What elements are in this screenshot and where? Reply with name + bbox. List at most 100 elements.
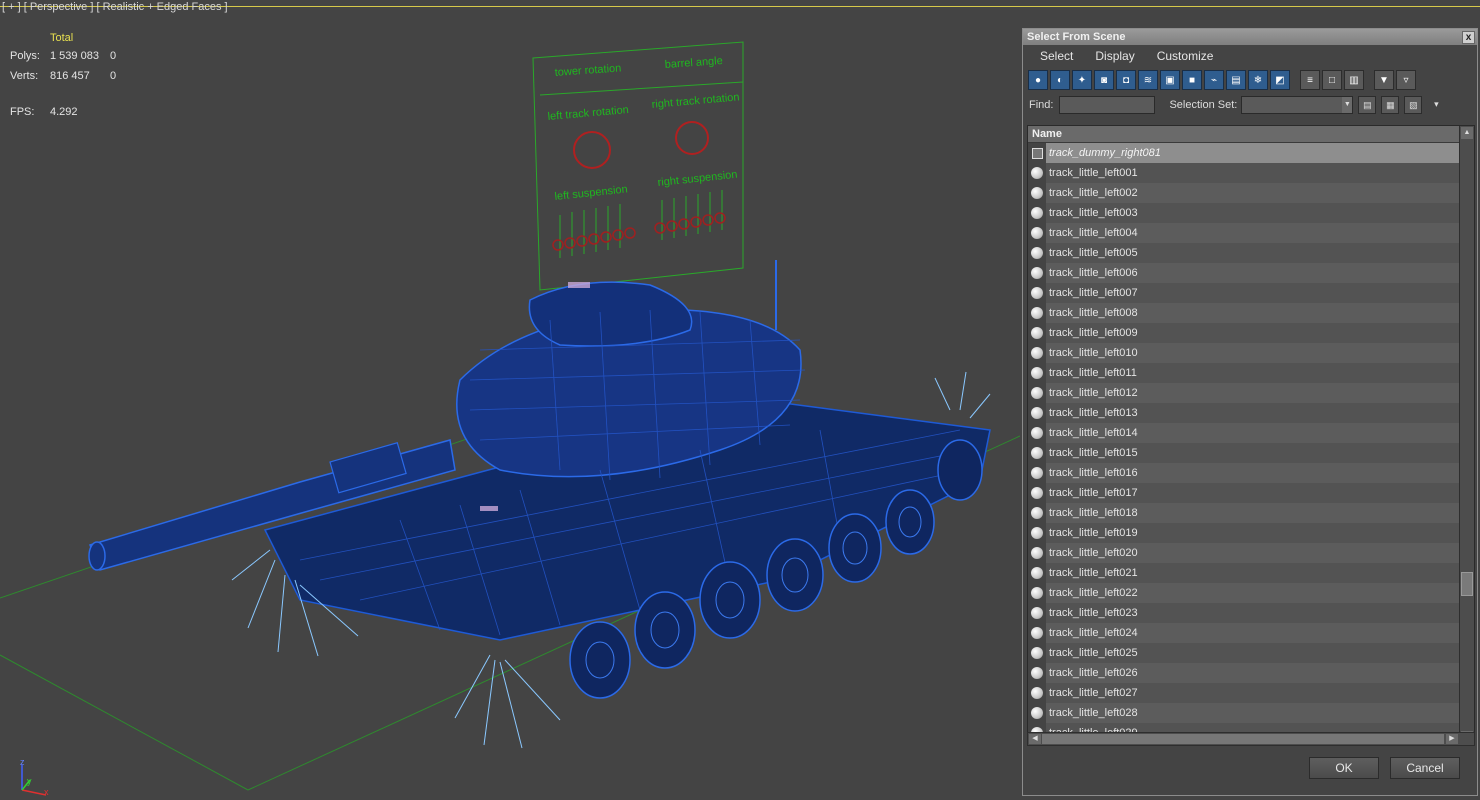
ok-button[interactable]: OK: [1309, 757, 1379, 779]
select-none-icon[interactable]: □: [1322, 70, 1342, 90]
geometry-object-icon: [1028, 223, 1046, 243]
scroll-thumb[interactable]: [1461, 572, 1473, 596]
selection-set-dropdown[interactable]: ▼: [1241, 96, 1354, 114]
display-hidden-icon[interactable]: ◩: [1270, 70, 1290, 90]
display-space-warps-icon[interactable]: ≋: [1138, 70, 1158, 90]
list-item[interactable]: track_little_left018: [1028, 503, 1460, 523]
display-frozen-icon[interactable]: ❄: [1248, 70, 1268, 90]
list-item[interactable]: track_little_left001: [1028, 163, 1460, 183]
list-item[interactable]: track_little_left021: [1028, 563, 1460, 583]
left-track-dial[interactable]: [573, 131, 611, 169]
display-groups-icon[interactable]: ▣: [1160, 70, 1180, 90]
find-row: Find: Selection Set: ▼ ▤ ▦ ▧ ▾: [1023, 93, 1477, 117]
display-geometry-icon[interactable]: ●: [1028, 70, 1048, 90]
list-item[interactable]: track_little_left017: [1028, 483, 1460, 503]
filter-icon[interactable]: ▼: [1374, 70, 1394, 90]
geometry-object-icon: [1028, 663, 1046, 683]
list-item[interactable]: track_little_left022: [1028, 583, 1460, 603]
object-name: track_little_left021: [1046, 563, 1460, 583]
more-options-icon[interactable]: ▾: [1427, 96, 1445, 114]
right-track-dial[interactable]: [675, 121, 709, 155]
object-name: track_little_left024: [1046, 623, 1460, 643]
object-name: track_little_left011: [1046, 363, 1460, 383]
list-item[interactable]: track_little_left011: [1028, 363, 1460, 383]
menu-display[interactable]: Display: [1084, 49, 1145, 63]
geometry-object-icon: [1028, 543, 1046, 563]
select-invert-icon[interactable]: ▥: [1344, 70, 1364, 90]
object-name: track_little_left023: [1046, 603, 1460, 623]
scroll-right-icon[interactable]: ▶: [1446, 734, 1458, 744]
menu-select[interactable]: Select: [1029, 49, 1084, 63]
geometry-object-icon: [1028, 623, 1046, 643]
object-list[interactable]: Name track_dummy_right081 track_little_le…: [1027, 125, 1475, 745]
geometry-object-icon: [1028, 503, 1046, 523]
list-item[interactable]: track_little_left024: [1028, 623, 1460, 643]
object-name: track_little_left003: [1046, 203, 1460, 223]
list-item[interactable]: track_little_left010: [1028, 343, 1460, 363]
object-name: track_little_left008: [1046, 303, 1460, 323]
menu-customize[interactable]: Customize: [1146, 49, 1225, 63]
filter-options-icon[interactable]: ▿: [1396, 70, 1416, 90]
object-name: track_little_left002: [1046, 183, 1460, 203]
edit-selection-set-icon[interactable]: ▦: [1381, 96, 1400, 114]
list-item[interactable]: track_little_left023: [1028, 603, 1460, 623]
list-item[interactable]: track_little_left026: [1028, 663, 1460, 683]
display-bones-icon[interactable]: ⌁: [1204, 70, 1224, 90]
list-item[interactable]: track_little_left003: [1028, 203, 1460, 223]
list-item[interactable]: track_little_left009: [1028, 323, 1460, 343]
display-helpers-icon[interactable]: ◘: [1116, 70, 1136, 90]
list-item[interactable]: track_little_left025: [1028, 643, 1460, 663]
list-item[interactable]: track_little_left019: [1028, 523, 1460, 543]
display-lights-icon[interactable]: ✦: [1072, 70, 1092, 90]
dummy-helper-icon: [1028, 143, 1046, 163]
find-input[interactable]: [1059, 96, 1156, 114]
list-item[interactable]: track_little_left014: [1028, 423, 1460, 443]
select-from-scene-dialog: Select From Scene x Select Display Custo…: [1022, 28, 1478, 796]
list-item[interactable]: track_little_left028: [1028, 703, 1460, 723]
horizontal-scrollbar[interactable]: ◀ ▶: [1027, 732, 1475, 746]
list-item[interactable]: track_little_left012: [1028, 383, 1460, 403]
display-xrefs-icon[interactable]: ■: [1182, 70, 1202, 90]
display-containers-icon[interactable]: ▤: [1226, 70, 1246, 90]
tank-wireframe-scene[interactable]: tower rotation barrel angle left track r…: [0, 0, 1020, 800]
column-header-name[interactable]: Name: [1028, 126, 1460, 143]
object-name: track_dummy_right081: [1046, 143, 1460, 163]
list-item[interactable]: track_little_left004: [1028, 223, 1460, 243]
geometry-object-icon: [1028, 703, 1046, 723]
object-name: track_little_left012: [1046, 383, 1460, 403]
geometry-object-icon: [1028, 263, 1046, 283]
list-item[interactable]: track_little_left002: [1028, 183, 1460, 203]
chevron-down-icon[interactable]: ▼: [1342, 97, 1353, 113]
display-cameras-icon[interactable]: ◙: [1094, 70, 1114, 90]
list-item[interactable]: track_dummy_right081: [1028, 143, 1460, 163]
list-item[interactable]: track_little_left007: [1028, 283, 1460, 303]
list-item[interactable]: track_little_left027: [1028, 683, 1460, 703]
list-item[interactable]: track_little_left006: [1028, 263, 1460, 283]
tank-model[interactable]: [88, 260, 991, 749]
list-item[interactable]: track_little_left016: [1028, 463, 1460, 483]
geometry-object-icon: [1028, 163, 1046, 183]
object-name: track_little_left025: [1046, 643, 1460, 663]
geometry-object-icon: [1028, 583, 1046, 603]
rig-control-panel[interactable]: tower rotation barrel angle left track r…: [532, 41, 744, 291]
close-button[interactable]: x: [1462, 31, 1475, 44]
scroll-left-icon[interactable]: ◀: [1029, 734, 1041, 744]
list-item[interactable]: track_little_left005: [1028, 243, 1460, 263]
display-shapes-icon[interactable]: ◐: [1050, 70, 1070, 90]
axis-gizmo: z x y: [20, 757, 49, 797]
vertical-scrollbar[interactable]: ▲ ▼: [1459, 126, 1474, 744]
cancel-button[interactable]: Cancel: [1390, 757, 1460, 779]
create-selection-set-icon[interactable]: ▤: [1358, 96, 1377, 114]
list-item[interactable]: track_little_left020: [1028, 543, 1460, 563]
scroll-up-icon[interactable]: ▲: [1461, 127, 1473, 139]
delete-selection-set-icon[interactable]: ▧: [1404, 96, 1423, 114]
list-item[interactable]: track_little_left015: [1028, 443, 1460, 463]
geometry-object-icon: [1028, 563, 1046, 583]
object-rows: track_dummy_right081 track_little_left001…: [1028, 143, 1474, 743]
display-filter-toolbar: ● ◐ ✦ ◙ ◘ ≋ ▣ ■ ⌁ ▤ ❄ ◩ ≡ □ ▥ ▼ ▿: [1023, 67, 1477, 93]
select-all-icon[interactable]: ≡: [1300, 70, 1320, 90]
h-scroll-thumb[interactable]: [1042, 734, 1444, 744]
list-item[interactable]: track_little_left013: [1028, 403, 1460, 423]
list-item[interactable]: track_little_left008: [1028, 303, 1460, 323]
dialog-titlebar[interactable]: Select From Scene x: [1023, 29, 1477, 45]
